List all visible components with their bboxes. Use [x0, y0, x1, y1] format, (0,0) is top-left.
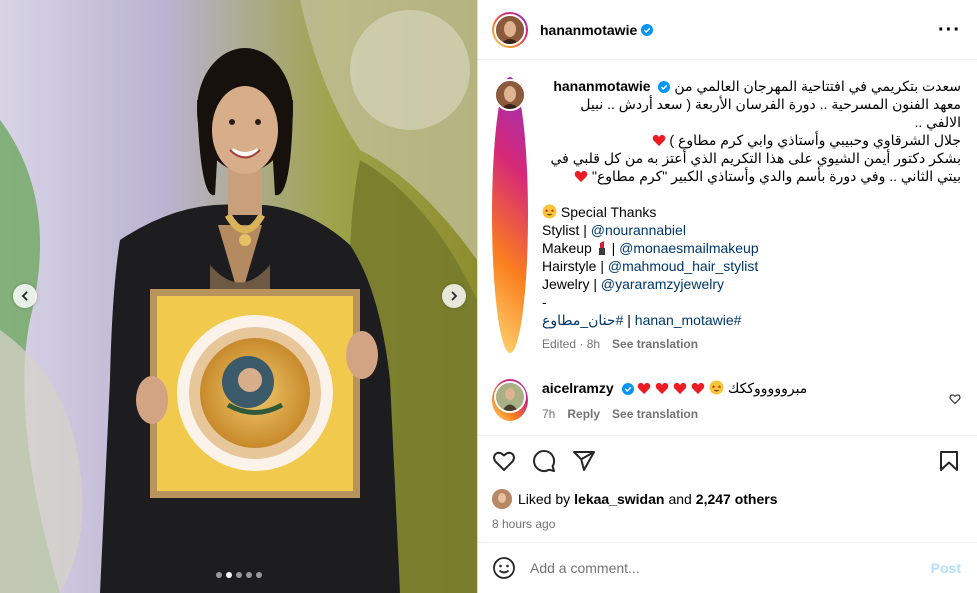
carousel-next-button[interactable] [442, 284, 466, 308]
credit-jewelry: Jewelry | @yararamzyjewelry [542, 276, 724, 292]
see-translation-link[interactable]: See translation [612, 335, 698, 353]
liker-avatar-image [492, 489, 512, 509]
carousel-dot [245, 572, 252, 578]
author-username[interactable]: hananmotawie [540, 22, 637, 38]
verified-badge-icon [658, 81, 671, 93]
commenter-username[interactable]: aicelramzy [542, 380, 614, 396]
comment-time: 7h [542, 407, 556, 421]
special-thanks-line: Special Thanks [542, 203, 961, 221]
carousel-dot [255, 572, 262, 578]
verified-badge-icon [641, 23, 654, 36]
star-struck-emoji-icon [542, 204, 557, 219]
comment-like-heart-icon[interactable] [949, 393, 961, 405]
red-heart-emoji-icon [652, 134, 665, 146]
author-avatar-image [496, 15, 524, 44]
more-options-icon[interactable]: ··· [938, 20, 961, 40]
commenter-avatar[interactable] [492, 379, 528, 421]
comment-text-line: aicelramzy مبروووووككك [542, 379, 939, 397]
comments-area[interactable]: سعدت بتكريمي في افتتاحية المهرجان العالم… [478, 61, 977, 434]
post-side-panel: hananmotawie ··· سعدت بتكريمي في افتتاحي… [477, 0, 977, 593]
credit-makeup: Makeup | @monaesmailmakeup [542, 240, 759, 256]
comment-meta: 7h Reply See translation [542, 407, 939, 421]
comment-hearts [637, 380, 727, 396]
edited-time: Edited · 8h [542, 337, 601, 351]
credit-stylist: Stylist | @nourannabiel [542, 222, 686, 238]
chevron-left-icon [21, 291, 28, 301]
comment-item: aicelramzy مبروووووككك 7h Reply See tran… [492, 379, 961, 421]
share-paper-plane-icon[interactable] [572, 449, 596, 473]
red-heart-emoji-icon [574, 170, 588, 182]
mention-link[interactable]: @yararamzyjewelry [601, 276, 724, 292]
post-timestamp: 8 hours ago [492, 517, 556, 531]
caption-line-4: بشكر دكتور أيمن الشيوي على هذا التكريم ا… [550, 150, 961, 166]
caption: سعدت بتكريمي في افتتاحية المهرجان العالم… [492, 77, 961, 353]
carousel-indicator [0, 572, 477, 578]
caption-line-2: معهد الفنون المسرحية .. دورة الفرسان الأ… [580, 96, 961, 130]
mention-link[interactable]: @nourannabiel [591, 222, 686, 238]
post-photo [0, 0, 477, 593]
caption-line-5: بيتي الثاني .. وفي دورة بأسم والدي وأستا… [542, 167, 961, 185]
hashtag-link[interactable]: hanan_motawie# [635, 312, 742, 328]
red-heart-emoji-icon [691, 382, 705, 394]
see-translation-link[interactable]: See translation [612, 407, 698, 421]
carousel-dot [235, 572, 242, 578]
comment-bubble-icon[interactable] [532, 449, 556, 473]
mention-link[interactable]: @monaesmailmakeup [619, 240, 759, 256]
post-media[interactable] [0, 0, 477, 593]
caption-meta: Edited · 8h See translation [542, 335, 961, 353]
likes-summary: Liked by lekaa_swidan and 2,247 others [492, 489, 961, 509]
comment-text: مبروووووككك [727, 380, 808, 396]
likes-count-link[interactable]: 2,247 others [696, 491, 778, 507]
post-actions: Liked by lekaa_swidan and 2,247 others 8… [478, 435, 977, 531]
liker-avatar[interactable] [492, 489, 512, 509]
post-dialog: hananmotawie ··· سعدت بتكريمي في افتتاحي… [0, 0, 977, 593]
action-icons-row [492, 448, 961, 474]
caption-dash: - [542, 294, 547, 310]
emoji-smiley-icon[interactable] [492, 556, 516, 580]
reply-button[interactable]: Reply [567, 407, 600, 421]
author-avatar[interactable] [492, 11, 528, 48]
add-comment-bar: Post [478, 542, 977, 593]
carousel-prev-button[interactable] [13, 284, 37, 308]
chevron-right-icon [451, 291, 458, 301]
carousel-dot-active [225, 572, 232, 578]
star-struck-emoji-icon [709, 380, 724, 395]
caption-author-username[interactable]: hananmotawie [553, 78, 650, 94]
lipstick-emoji-icon [598, 241, 605, 255]
red-heart-emoji-icon [638, 382, 651, 394]
hashtag-link[interactable]: حنان_مطاوع# [542, 312, 623, 328]
like-heart-icon[interactable] [492, 449, 516, 473]
commenter-avatar-image [496, 383, 524, 411]
caption-author-avatar-image [496, 81, 524, 109]
save-bookmark-icon[interactable] [937, 449, 961, 473]
post-comment-button[interactable]: Post [931, 560, 961, 576]
caption-author-avatar[interactable] [492, 77, 528, 353]
credit-hairstyle: Hairstyle | @mahmoud_hair_stylist [542, 258, 759, 274]
caption-line-1: سعدت بتكريمي في افتتاحية المهرجان العالم… [553, 78, 961, 94]
mention-link[interactable]: @mahmoud_hair_stylist [608, 258, 758, 274]
liker-username[interactable]: lekaa_swidan [574, 491, 664, 507]
carousel-dot [215, 572, 222, 578]
post-header: hananmotawie ··· [478, 0, 977, 60]
verified-badge-icon [621, 383, 634, 395]
caption-line-3: جلال الشرقاوي وحبيبي وأستاذي وابي كرم مط… [542, 131, 961, 149]
red-heart-emoji-icon [655, 382, 669, 394]
red-heart-emoji-icon [673, 382, 687, 394]
hashtags-line: حنان_مطاوع# | hanan_motawie# [542, 312, 742, 328]
comment-input[interactable] [530, 560, 931, 576]
